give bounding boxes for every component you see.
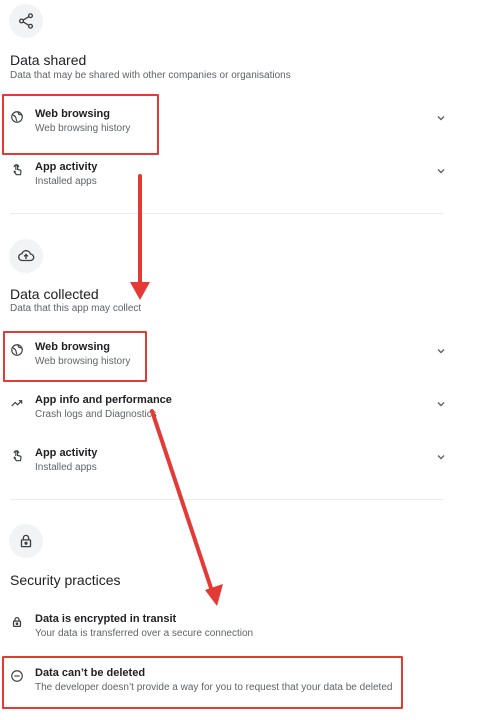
annotation-arrows xyxy=(130,174,223,606)
arrow-collected-to-security xyxy=(150,409,223,606)
arrow-shared-to-collected xyxy=(130,174,150,300)
